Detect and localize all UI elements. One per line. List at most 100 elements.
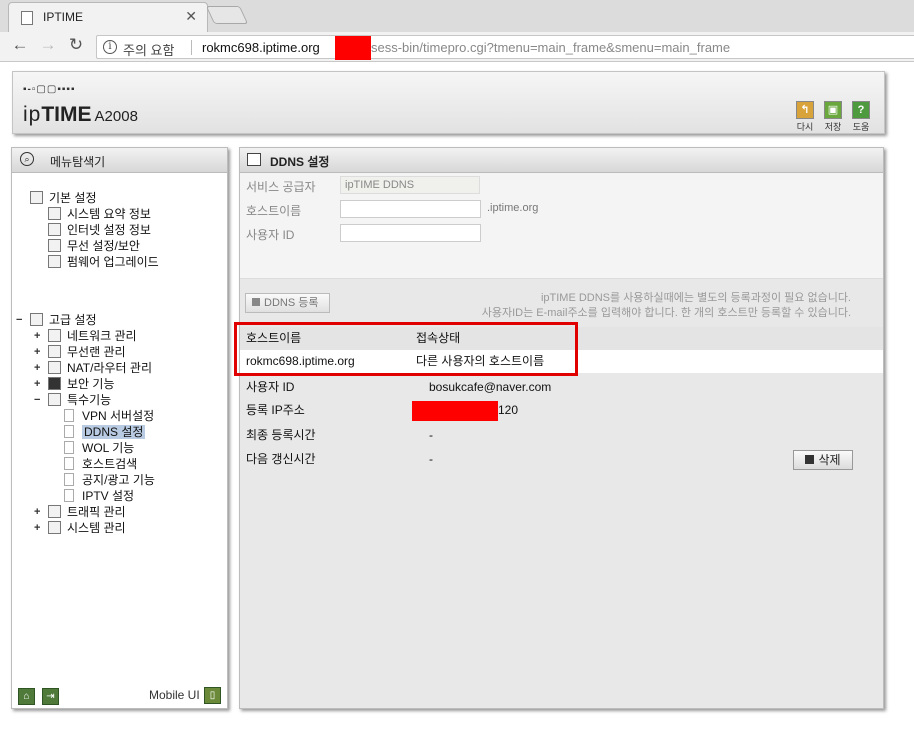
save-label: 저장 bbox=[824, 122, 842, 132]
mobile-icon[interactable]: ▯ bbox=[204, 687, 221, 704]
help-button[interactable]: ? 도움 bbox=[850, 101, 872, 133]
undo-icon: ↰ bbox=[796, 101, 814, 119]
traffic-icon bbox=[48, 505, 61, 518]
tree-wireless-mgmt[interactable]: + 무선랜 관리 bbox=[34, 344, 126, 360]
page-icon bbox=[64, 473, 74, 486]
tree-system-mgmt[interactable]: + 시스템 관리 bbox=[34, 520, 126, 536]
expand-icon[interactable]: + bbox=[34, 344, 42, 360]
menu-footer: ⌂ ⇥ Mobile UI ▯ bbox=[12, 684, 227, 708]
wireless-icon bbox=[48, 239, 61, 252]
note-line-1: ipTIME DDNS를 사용하실때에는 별도의 등록과정이 필요 없습니다. bbox=[540, 292, 851, 304]
router-icon bbox=[48, 361, 61, 374]
menu-explorer-header: ⌕ 메뉴탐색기 bbox=[12, 148, 227, 173]
wireless-icon bbox=[48, 345, 61, 358]
model-name: A2008 bbox=[94, 108, 138, 125]
hostname-input[interactable] bbox=[340, 200, 481, 218]
userid-input[interactable] bbox=[340, 224, 481, 242]
ddns-register-button[interactable]: DDNS 등록 bbox=[245, 293, 330, 313]
browser-tab[interactable]: IPTIME ✕ bbox=[8, 2, 208, 32]
detail-ip: 등록 IP주소 120 bbox=[246, 403, 519, 417]
redaction-block bbox=[335, 36, 371, 60]
tree-security[interactable]: + 보안 기능 bbox=[34, 376, 115, 392]
tree-vpn-server[interactable]: VPN 서버설정 bbox=[64, 408, 154, 424]
page-title: DDNS 설정 bbox=[270, 155, 330, 169]
chart-icon bbox=[48, 521, 61, 534]
reload-icon[interactable]: ↻ bbox=[65, 35, 87, 55]
tree-wol[interactable]: WOL 기능 bbox=[64, 440, 134, 456]
page-icon bbox=[64, 409, 74, 422]
browser-toolbar: ← → ↻ i 주의 요함 rokmc698.iptime.org sess-b… bbox=[0, 32, 914, 62]
tree-ddns-settings[interactable]: DDNS 설정 bbox=[64, 424, 146, 440]
home-icon[interactable]: ⌂ bbox=[18, 688, 35, 705]
new-tab-button[interactable] bbox=[205, 6, 249, 24]
tree-notice-ads[interactable]: 공지/광고 기능 bbox=[64, 472, 155, 488]
chart-icon bbox=[48, 207, 61, 220]
tree-basic-settings[interactable]: 기본 설정 bbox=[30, 190, 97, 206]
forward-arrow-icon[interactable]: → bbox=[37, 35, 59, 55]
undo-button[interactable]: ↰ 다시 bbox=[794, 101, 816, 133]
expand-icon[interactable]: + bbox=[34, 360, 42, 376]
network-icon bbox=[48, 329, 61, 342]
url-host: rokmc698.iptime.org bbox=[202, 40, 320, 55]
provider-field: ipTIME DDNS bbox=[340, 176, 480, 194]
tree-firmware-upgrade[interactable]: 펌웨어 업그레이드 bbox=[48, 254, 159, 270]
tree-network-mgmt[interactable]: + 네트워크 관리 bbox=[34, 328, 137, 344]
expand-icon[interactable]: + bbox=[34, 504, 42, 520]
page-icon bbox=[64, 457, 74, 470]
page-icon bbox=[64, 441, 74, 454]
minus-icon bbox=[805, 455, 815, 464]
mobile-ui-link[interactable]: Mobile UI bbox=[149, 688, 200, 702]
help-label: 도움 bbox=[852, 122, 870, 132]
expand-icon[interactable]: + bbox=[34, 328, 42, 344]
ddns-form: 서비스 공급자 ipTIME DDNS 호스트이름 .iptime.org 사용… bbox=[240, 173, 883, 279]
tree-iptv[interactable]: IPTV 설정 bbox=[64, 488, 134, 504]
folder-icon bbox=[30, 313, 43, 326]
tab-title: IPTIME bbox=[43, 10, 84, 24]
tree-internet-info[interactable]: 인터넷 설정 정보 bbox=[48, 222, 151, 238]
help-icon: ? bbox=[852, 101, 870, 119]
save-button[interactable]: ▣ 저장 bbox=[822, 101, 844, 133]
info-icon[interactable]: i bbox=[103, 40, 117, 54]
register-bar: DDNS 등록 ipTIME DDNS를 사용하실때에는 별도의 등록과정이 필… bbox=[240, 280, 883, 328]
tree-host-scan[interactable]: 호스트검색 bbox=[64, 456, 137, 472]
tree-wireless-security[interactable]: 무선 설정/보안 bbox=[48, 238, 140, 254]
monitor-icon bbox=[48, 223, 61, 236]
tree-system-summary[interactable]: 시스템 요약 정보 bbox=[48, 206, 151, 222]
tree-traffic-mgmt[interactable]: + 트래픽 관리 bbox=[34, 504, 126, 520]
menu-explorer: ⌕ 메뉴탐색기 기본 설정 시스템 요약 정보 인터넷 설정 정보 무선 설정/… bbox=[11, 147, 228, 709]
security-label: 주의 요함 bbox=[123, 43, 175, 58]
detail-userid: 사용자 ID bosukcafe@naver.com bbox=[246, 380, 552, 394]
magnifier-icon: ⌕ bbox=[20, 152, 34, 166]
hostname-label: 호스트이름 bbox=[246, 204, 302, 218]
back-arrow-icon[interactable]: ← bbox=[9, 35, 31, 55]
page-icon bbox=[64, 489, 74, 502]
window-icon bbox=[247, 153, 261, 166]
save-icon: ▣ bbox=[824, 101, 842, 119]
collapse-icon[interactable]: − bbox=[16, 312, 24, 328]
tree-nat-router[interactable]: + NAT/라우터 관리 bbox=[34, 360, 152, 376]
undo-label: 다시 bbox=[796, 122, 814, 132]
hostname-suffix: .iptime.org bbox=[487, 202, 539, 214]
tree-special-features[interactable]: − 특수기능 bbox=[34, 392, 111, 408]
ddns-header: DDNS 설정 bbox=[240, 148, 883, 173]
detail-next-renewal: 다음 갱신시간 - bbox=[246, 452, 433, 466]
folder-icon bbox=[30, 191, 43, 204]
url-path: sess-bin/timepro.cgi?tmenu=main_frame&sm… bbox=[371, 40, 731, 55]
address-divider bbox=[191, 40, 192, 55]
close-tab-icon[interactable]: ✕ bbox=[185, 8, 197, 25]
expand-icon[interactable]: + bbox=[34, 376, 42, 392]
provider-label: 서비스 공급자 bbox=[246, 180, 316, 194]
lock-icon bbox=[48, 377, 61, 390]
highlight-box bbox=[234, 322, 578, 376]
expand-icon[interactable]: + bbox=[34, 520, 42, 536]
logout-icon[interactable]: ⇥ bbox=[42, 688, 59, 705]
address-bar[interactable]: i 주의 요함 rokmc698.iptime.org sess-bin/tim… bbox=[96, 35, 914, 60]
tree-advanced-settings[interactable]: − 고급 설정 bbox=[16, 312, 97, 328]
delete-button[interactable]: 삭제 bbox=[793, 450, 853, 470]
collapse-icon[interactable]: − bbox=[34, 392, 42, 408]
redaction-block bbox=[412, 401, 498, 421]
menu-explorer-title: 메뉴탐색기 bbox=[50, 155, 106, 169]
plus-icon bbox=[252, 298, 260, 306]
page-icon bbox=[21, 11, 33, 25]
detail-last-registered: 최종 등록시간 - bbox=[246, 428, 433, 442]
